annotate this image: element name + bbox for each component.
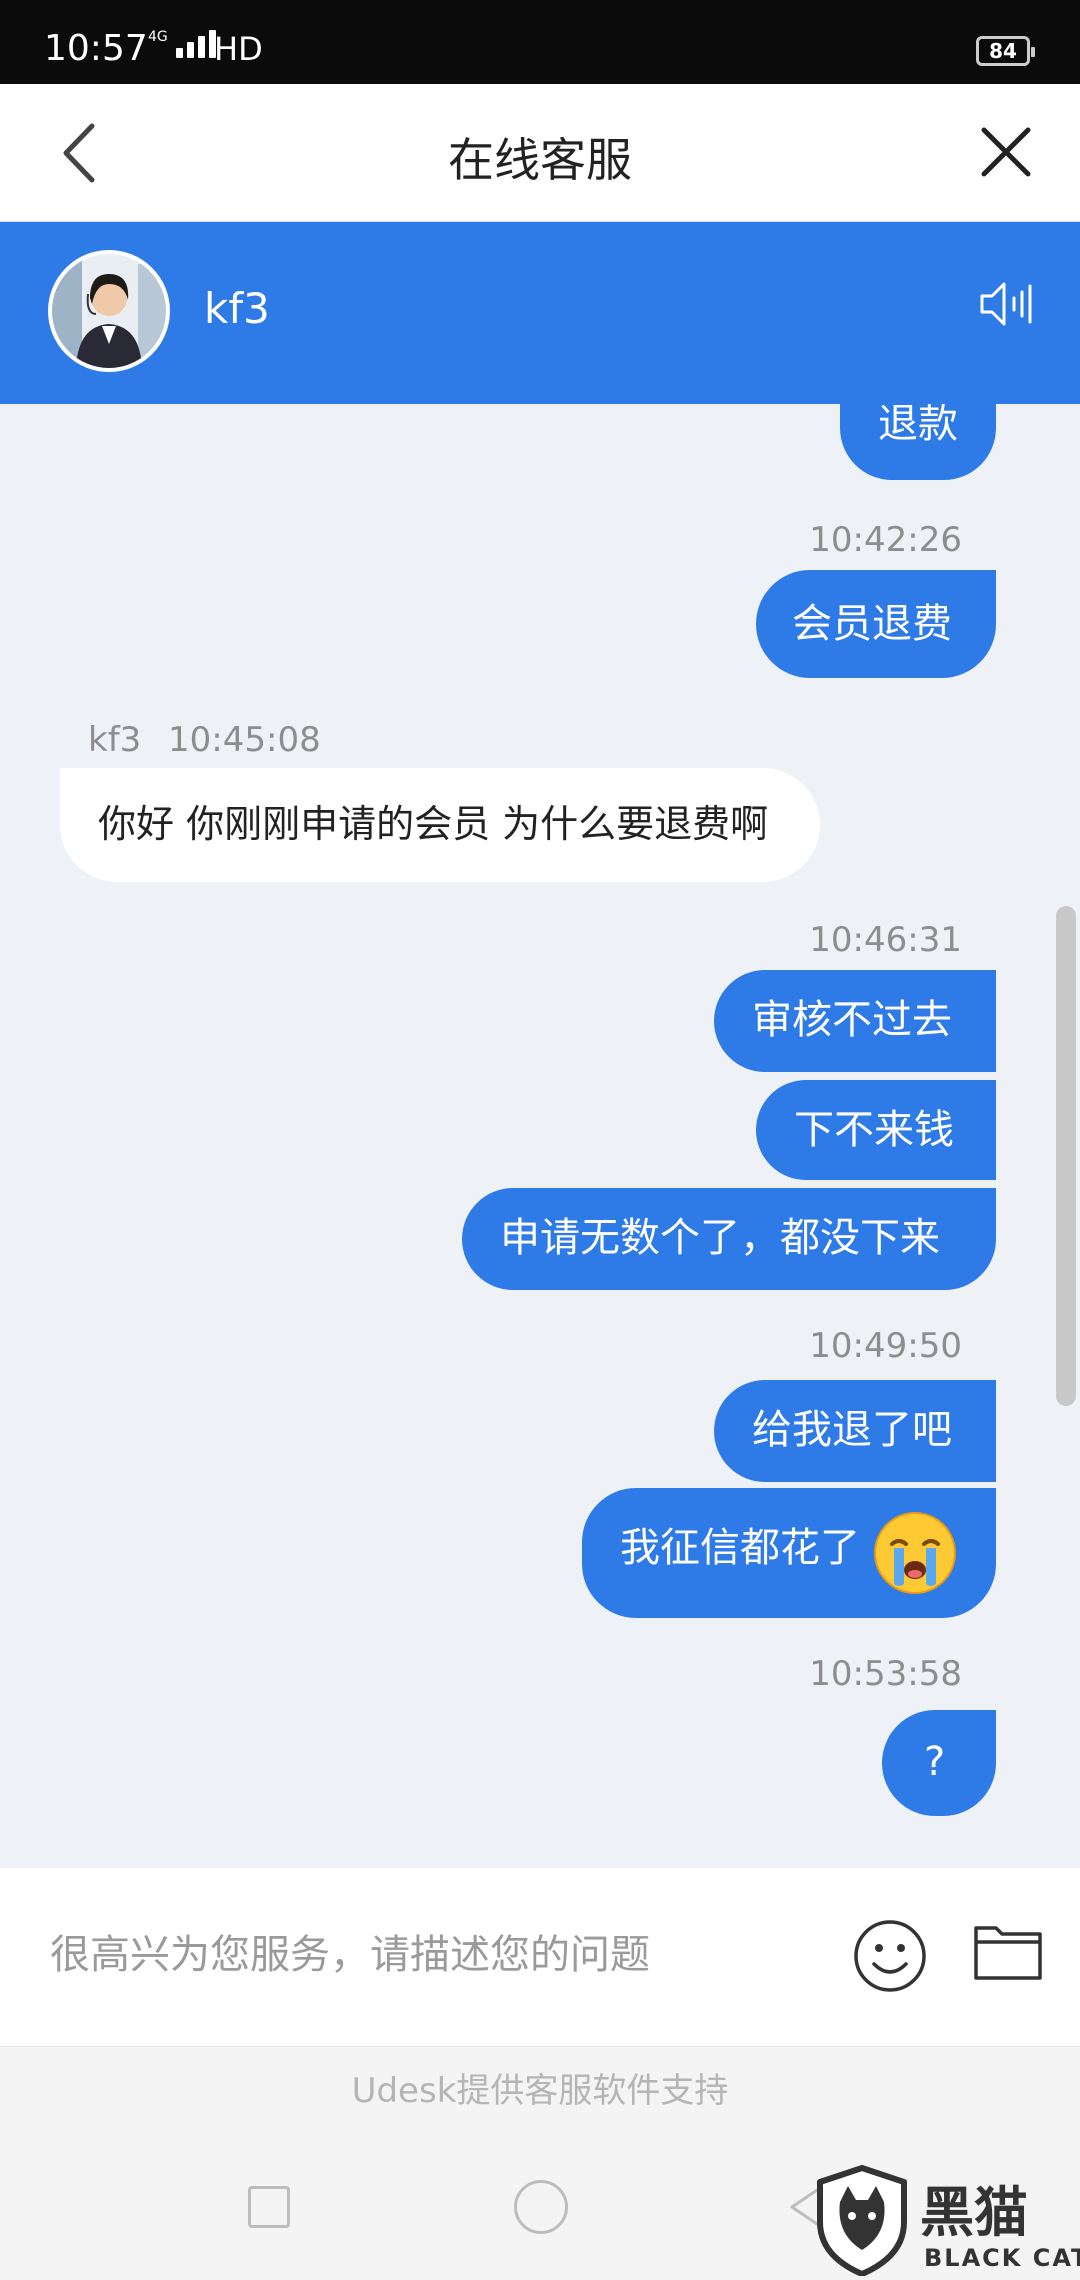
message-text: 下不来钱 <box>794 1107 954 1153</box>
message-timestamp: 10:49:50 <box>809 1326 962 1366</box>
message-input[interactable] <box>50 1920 810 1990</box>
agent-bar: kf3 <box>0 222 1080 404</box>
message-timestamp: 10:53:58 <box>809 1654 962 1694</box>
network-type: 4G <box>148 29 168 45</box>
avatar <box>48 250 170 372</box>
message-bubble-incoming: 你好 你刚刚申请的会员 为什么要退费啊 <box>60 768 820 882</box>
message-bubble-outgoing: ? <box>882 1710 996 1816</box>
message-bubble-outgoing: 下不来钱 <box>756 1080 996 1180</box>
cat-logo-icon <box>817 2165 907 2276</box>
hd-indicator: HD <box>214 30 263 68</box>
emoji-icon[interactable] <box>852 1918 928 1994</box>
signal-icon: 4G <box>148 30 216 58</box>
page-title: 在线客服 <box>448 133 632 187</box>
message-bubble-outgoing: 申请无数个了，都没下来 <box>462 1188 996 1290</box>
chat-area[interactable]: 退款 10:42:26 会员退费 kf3 10:45:08 你好 你刚刚申请的会… <box>0 404 1080 1868</box>
home-button[interactable] <box>514 2180 568 2234</box>
agent-name: kf3 <box>204 284 270 333</box>
message-text: 会员退费 <box>792 601 952 647</box>
black-cat-watermark: 黑猫 BLACK CAT <box>810 2164 1080 2280</box>
message-text: 给我退了吧 <box>752 1407 952 1453</box>
close-icon[interactable] <box>976 122 1036 182</box>
message-text: 审核不过去 <box>752 997 952 1043</box>
message-bubble-outgoing: 审核不过去 <box>714 970 996 1072</box>
message-timestamp: 10:46:31 <box>809 920 962 960</box>
message-bubble-outgoing: 会员退费 <box>756 570 996 678</box>
folder-icon[interactable] <box>972 1918 1044 1984</box>
input-bar <box>0 1868 1080 2046</box>
nav-header: 在线客服 <box>0 84 1080 222</box>
message-text: 你好 你刚刚申请的会员 为什么要退费啊 <box>98 802 769 846</box>
message-timestamp: 10:45:08 <box>168 720 321 760</box>
watermark-text: 黑猫 <box>920 2181 1028 2244</box>
status-time: 10:57 <box>44 28 148 69</box>
battery-icon: 84 <box>976 36 1035 66</box>
message-text: 我征信都花了 <box>620 1525 860 1571</box>
crying-emoji-icon <box>874 1512 956 1594</box>
message-text: 退款 <box>878 404 958 447</box>
message-text: ? <box>924 1739 946 1785</box>
message-sender: kf3 <box>88 720 142 760</box>
message-bubble-outgoing: 给我退了吧 <box>714 1380 996 1482</box>
speaker-icon[interactable] <box>976 274 1036 334</box>
message-timestamp: 10:42:26 <box>809 520 962 560</box>
status-bar: 10:57 4G HD 84 <box>0 0 1080 84</box>
message-bubble-outgoing: 退款 <box>840 404 996 480</box>
watermark-subtext: BLACK CAT <box>924 2244 1080 2272</box>
recent-apps-button[interactable] <box>248 2186 290 2228</box>
message-text: 申请无数个了，都没下来 <box>500 1215 940 1261</box>
chat-scrollbar[interactable] <box>1056 906 1076 1406</box>
message-bubble-outgoing: 我征信都花了 <box>582 1488 996 1618</box>
support-footer: Udesk提供客服软件支持 <box>0 2046 1080 2134</box>
